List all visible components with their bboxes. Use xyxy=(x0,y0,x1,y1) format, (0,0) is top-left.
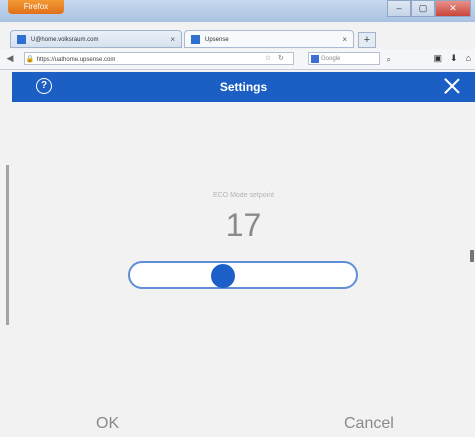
window-close-button[interactable]: ✕ xyxy=(435,0,471,17)
slider-thumb[interactable] xyxy=(211,264,235,288)
navigation-bar: ◀ 🔒 https://uathome.upsense.com ☆ ↻ Goog… xyxy=(0,49,475,70)
tab-title: Upsense xyxy=(205,37,229,43)
home-icon[interactable]: ⌂ xyxy=(466,52,471,65)
settings-header: ? Settings xyxy=(12,72,475,102)
tab-strip: U@home.volksraum.com × Upsense × + xyxy=(0,30,475,48)
download-icon[interactable]: ⬇ xyxy=(450,52,458,65)
toolbar-icons: ▣ ⬇ ⌂ xyxy=(434,52,472,65)
url-bar[interactable]: 🔒 https://uathome.upsense.com xyxy=(24,52,294,65)
tab-close-icon[interactable]: × xyxy=(342,31,347,49)
browser-tab-1[interactable]: U@home.volksraum.com × xyxy=(10,30,182,48)
search-placeholder: Google xyxy=(321,56,341,62)
window-titlebar: Firefox – ▢ ✕ xyxy=(0,0,475,22)
lock-icon: 🔒 xyxy=(25,56,35,63)
ok-button[interactable]: OK xyxy=(96,415,119,433)
back-arrow-icon[interactable]: ◀ xyxy=(4,52,16,64)
scrollbar-handle[interactable] xyxy=(470,250,474,262)
window-controls: – ▢ ✕ xyxy=(387,0,471,17)
favicon-icon xyxy=(191,35,200,44)
cancel-button[interactable]: Cancel xyxy=(344,415,394,433)
window-left-edge xyxy=(6,165,9,325)
tab-title: U@home.volksraum.com xyxy=(31,37,99,43)
minimize-button[interactable]: – xyxy=(387,0,411,17)
reload-icon[interactable]: ↻ xyxy=(278,52,284,65)
tab-close-icon[interactable]: × xyxy=(170,31,175,49)
firefox-menu-button[interactable]: Firefox xyxy=(8,0,64,14)
new-tab-button[interactable]: + xyxy=(358,32,376,48)
setpoint-slider[interactable] xyxy=(128,261,358,289)
close-icon[interactable] xyxy=(443,77,461,95)
search-bar[interactable]: Google ⌕ xyxy=(308,52,391,65)
setpoint-value: 17 xyxy=(225,207,262,243)
setpoint-label: ECO Mode setpoint xyxy=(212,192,275,199)
search-icon[interactable]: ⌕ xyxy=(387,53,391,66)
bookmarks-icon[interactable]: ▣ xyxy=(434,52,443,65)
maximize-button[interactable]: ▢ xyxy=(411,0,435,17)
favicon-icon xyxy=(17,35,26,44)
page-title: Settings xyxy=(219,80,268,94)
settings-panel: ECO Mode setpoint 17 OK Cancel xyxy=(12,102,475,437)
url-text: https://uathome.upsense.com xyxy=(36,57,116,63)
search-engine-icon xyxy=(311,55,319,63)
bookmark-star-icon[interactable]: ☆ xyxy=(265,52,271,65)
browser-tab-2[interactable]: Upsense × xyxy=(184,30,354,48)
